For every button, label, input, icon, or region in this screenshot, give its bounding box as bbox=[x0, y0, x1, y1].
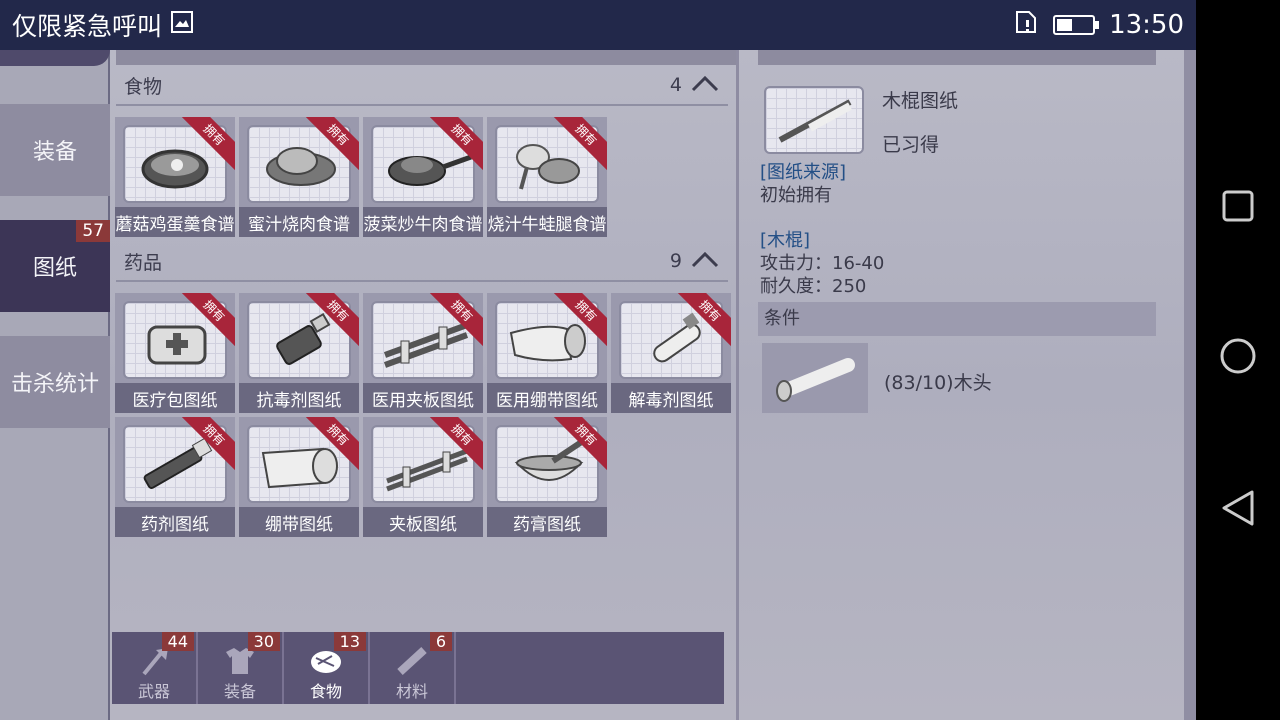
image-icon bbox=[170, 10, 194, 40]
tab-label: 食物 bbox=[309, 682, 342, 701]
wood-log-icon bbox=[776, 358, 855, 402]
card-label: 药剂图纸 bbox=[115, 507, 235, 537]
blueprint-card[interactable]: 拥有 菠菜炒牛肉食谱 bbox=[363, 117, 483, 237]
section-title: 药品 bbox=[124, 251, 163, 274]
blueprint-card[interactable]: 拥有 药剂图纸 bbox=[115, 417, 235, 537]
card-label: 解毒剂图纸 bbox=[611, 383, 731, 413]
system-nav-bar bbox=[1196, 0, 1280, 720]
wooden-stick-icon bbox=[778, 99, 852, 143]
tab-blueprints[interactable]: 图纸 57 bbox=[0, 220, 110, 312]
tab-count: 6 bbox=[429, 632, 452, 651]
battery-icon bbox=[1053, 15, 1100, 35]
blueprint-card[interactable]: 拥有 抗毒剂图纸 bbox=[239, 293, 359, 413]
card-label: 医疗包图纸 bbox=[115, 383, 235, 413]
blueprint-card[interactable]: 拥有 蜜汁烧肉食谱 bbox=[239, 117, 359, 237]
tab-count: 30 bbox=[247, 632, 280, 651]
chevron-up-icon[interactable] bbox=[690, 249, 720, 274]
detail-header-bar bbox=[758, 50, 1156, 65]
food-grid: 拥有 蘑菇鸡蛋羹食谱 拥有 蜜汁烧肉食谱 拥有 菠菜炒牛肉食谱 拥有 烧汁牛蛙腿… bbox=[115, 117, 731, 237]
card-label: 绷带图纸 bbox=[239, 507, 359, 537]
material-requirement: (83/10)木头 bbox=[884, 372, 992, 394]
section-count: 4 bbox=[669, 74, 682, 96]
list-header-bar bbox=[116, 50, 736, 65]
section-header-medicine[interactable]: 药品 9 bbox=[116, 242, 728, 282]
tab-label: 图纸 bbox=[32, 256, 77, 281]
blueprint-card[interactable]: 拥有 绷带图纸 bbox=[239, 417, 359, 537]
tab-materials[interactable]: 6 材料 bbox=[370, 632, 456, 704]
tab-label: 装备 bbox=[32, 140, 77, 165]
conditions-header: 条件 bbox=[758, 302, 1156, 336]
selected-blueprint-thumbnail bbox=[764, 86, 864, 154]
tab-label: 击杀统计 bbox=[10, 372, 99, 397]
tab-count: 44 bbox=[161, 632, 194, 651]
pane-divider bbox=[736, 50, 739, 720]
material-icon bbox=[762, 343, 868, 413]
carrier-text: 仅限紧急呼叫 bbox=[12, 12, 163, 41]
blueprint-list[interactable]: 食物 4 拥有 蘑菇鸡蛋羹食谱 拥有 蜜汁烧肉食谱 拥有 菠菜炒牛肉食谱 拥有 … bbox=[112, 50, 736, 720]
tab-label: 武器 bbox=[137, 682, 170, 701]
blueprint-card[interactable]: 拥有 烧汁牛蛙腿食谱 bbox=[487, 117, 607, 237]
category-sidebar: 装备 图纸 57 击杀统计 bbox=[0, 50, 110, 720]
clock: 13:50 bbox=[1109, 10, 1184, 40]
durability-stat: 耐久度：250 bbox=[760, 276, 867, 297]
blueprint-name: 木棍图纸 bbox=[882, 90, 959, 112]
tab-gear[interactable]: 30 装备 bbox=[198, 632, 284, 704]
tab-food[interactable]: 13 食物 bbox=[284, 632, 370, 704]
card-label: 医用绷带图纸 bbox=[487, 383, 607, 413]
game-screen: 装备 图纸 57 击杀统计 食物 4 拥有 蘑菇鸡蛋羹食谱 拥有 蜜汁烧肉食谱 … bbox=[0, 50, 1196, 720]
blueprint-card[interactable]: 拥有 医用夹板图纸 bbox=[363, 293, 483, 413]
tab-equipment[interactable]: 装备 bbox=[0, 104, 110, 196]
status-bar: 仅限紧急呼叫 13:50 bbox=[0, 0, 1196, 50]
card-label: 药膏图纸 bbox=[487, 507, 607, 537]
wood-log-icon bbox=[397, 647, 427, 675]
right-frame bbox=[1184, 50, 1196, 720]
medicine-grid: 拥有 医疗包图纸 拥有 抗毒剂图纸 拥有 医用夹板图纸 拥有 医用绷带图纸 拥有… bbox=[115, 293, 731, 537]
blueprint-card[interactable]: 拥有 药膏图纸 bbox=[487, 417, 607, 537]
section-header-food[interactable]: 食物 4 bbox=[116, 66, 728, 106]
card-label: 菠菜炒牛肉食谱 bbox=[363, 207, 483, 237]
source-value: 初始拥有 bbox=[760, 185, 832, 206]
sidebar-header bbox=[0, 50, 110, 66]
chevron-up-icon[interactable] bbox=[690, 73, 720, 98]
tab-kill-stats[interactable]: 击杀统计 bbox=[0, 336, 110, 428]
blueprint-card[interactable]: 拥有 夹板图纸 bbox=[363, 417, 483, 537]
blueprint-card[interactable]: 拥有 蘑菇鸡蛋羹食谱 bbox=[115, 117, 235, 237]
blueprint-card[interactable]: 拥有 医疗包图纸 bbox=[115, 293, 235, 413]
detail-panel: 木棍图纸 已习得 [图纸来源] 初始拥有 [木棍] 攻击力：16-40 耐久度：… bbox=[758, 50, 1156, 720]
section-count: 9 bbox=[669, 250, 682, 272]
tab-count: 13 bbox=[333, 632, 366, 651]
card-label: 蜜汁烧肉食谱 bbox=[239, 207, 359, 237]
sim-icon bbox=[1013, 9, 1039, 42]
tab-weapons[interactable]: 44 武器 bbox=[112, 632, 198, 704]
card-label: 烧汁牛蛙腿食谱 bbox=[487, 207, 607, 237]
bottom-category-tabs: 44 武器 30 装备 13 食物 6 材料 bbox=[112, 632, 724, 704]
blueprint-card[interactable]: 拥有 医用绷带图纸 bbox=[487, 293, 607, 413]
blueprint-card[interactable]: 拥有 解毒剂图纸 bbox=[611, 293, 731, 413]
recent-apps-button[interactable] bbox=[1221, 189, 1255, 227]
tab-label: 材料 bbox=[395, 682, 428, 701]
section-title: 食物 bbox=[124, 75, 163, 98]
home-button[interactable] bbox=[1219, 337, 1257, 379]
card-label: 医用夹板图纸 bbox=[363, 383, 483, 413]
back-button[interactable] bbox=[1220, 489, 1256, 531]
tab-label: 装备 bbox=[223, 682, 256, 701]
card-label: 抗毒剂图纸 bbox=[239, 383, 359, 413]
card-label: 夹板图纸 bbox=[363, 507, 483, 537]
learned-status: 已习得 bbox=[882, 134, 940, 156]
blueprint-count-badge: 57 bbox=[76, 220, 110, 242]
card-label: 蘑菇鸡蛋羹食谱 bbox=[115, 207, 235, 237]
